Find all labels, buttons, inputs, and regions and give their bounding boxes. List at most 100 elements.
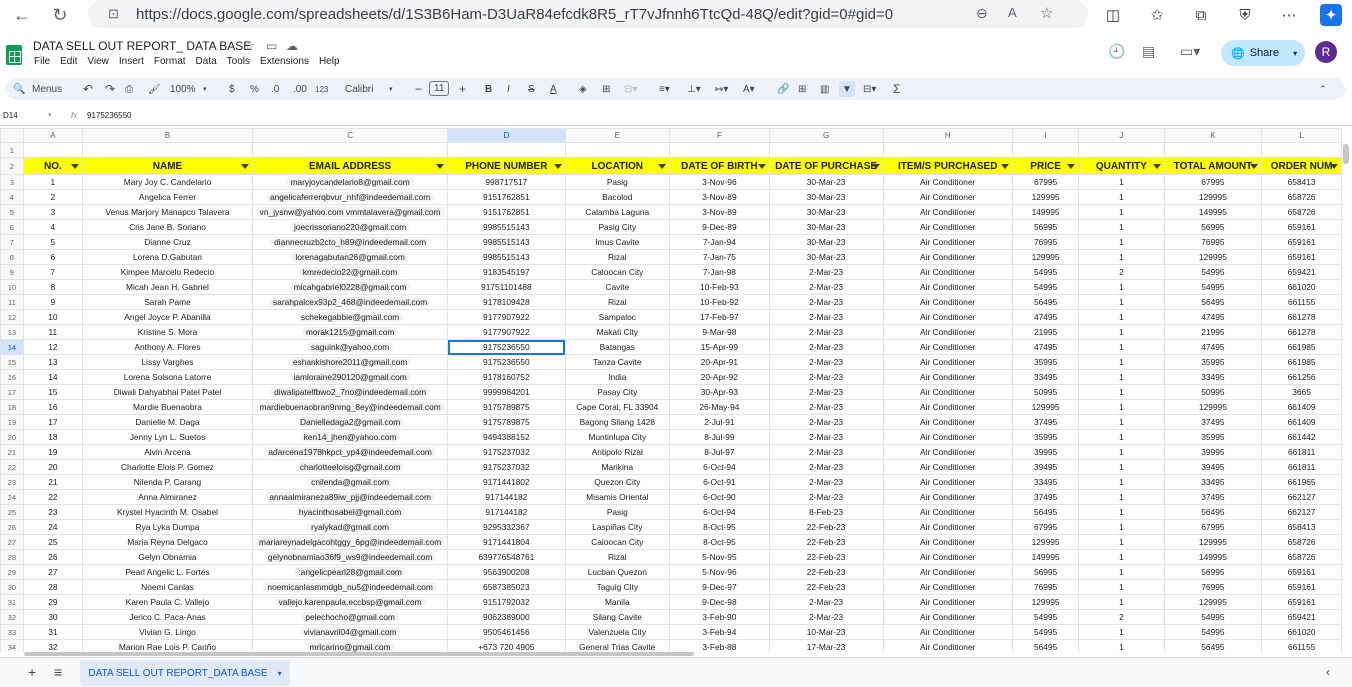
grid-cell[interactable]: 998717517 — [447, 174, 566, 190]
email-chip[interactable]: vallejo.karenpaula.eccbsp@gmail.com — [274, 597, 426, 607]
grid-cell[interactable]: 32 — [22, 639, 83, 652]
grid-cell[interactable]: 9985515143 — [447, 234, 566, 250]
email-chip[interactable]: pelechocho@gmail.com — [301, 612, 399, 622]
grid-cell[interactable]: Air Conditioner — [882, 294, 1013, 310]
row-header[interactable]: 19 — [0, 414, 24, 430]
grid-cell[interactable]: Valenzuela City — [564, 624, 671, 640]
grid-cell[interactable]: 2-Mar-23 — [768, 309, 884, 325]
grid-cell[interactable]: 3-Feb-88 — [669, 639, 770, 652]
grid-cell[interactable]: 3-Nov-89 — [669, 189, 770, 205]
grid-cell[interactable]: 54995 — [1163, 609, 1263, 625]
grid-cell[interactable]: Imus Cavite — [564, 234, 671, 250]
grid-cell[interactable]: 661965 — [1261, 474, 1342, 490]
grid-cell[interactable]: 10-Feb-92 — [669, 294, 770, 310]
grid-cell[interactable]: 22-Feb-23 — [768, 564, 884, 580]
grid-cell[interactable]: 661155 — [1261, 294, 1342, 310]
email-chip[interactable]: sarahpalcex93p2_468@indeedemail.com — [268, 297, 432, 307]
column-title-cell[interactable]: LOCATION — [564, 157, 671, 175]
grid-cell[interactable]: 661020 — [1261, 279, 1342, 295]
grid-cell[interactable]: Kimpee Marcelo Redecio — [81, 264, 254, 280]
column-title-cell[interactable]: NO. — [22, 157, 83, 175]
column-title-cell[interactable]: PRICE — [1011, 157, 1080, 175]
grid-cell[interactable]: Air Conditioner — [882, 639, 1013, 652]
grid-cell[interactable]: Air Conditioner — [882, 399, 1013, 415]
grid-cell[interactable]: 9171441802 — [447, 474, 566, 490]
grid-cell[interactable]: Rizal — [564, 249, 671, 265]
grid-cell[interactable]: 149995 — [1163, 204, 1263, 220]
grid-cell[interactable]: schekegabbie@gmail.com — [252, 309, 449, 325]
grid-cell[interactable]: Marion Rae Lois P. Cariño — [81, 639, 254, 652]
horizontal-scrollbar[interactable] — [24, 652, 694, 656]
sheet-tab-dropdown-icon[interactable]: ▾ — [278, 669, 282, 678]
grid-cell[interactable]: 2-Mar-23 — [768, 489, 884, 505]
filter-dropdown-icon[interactable] — [1067, 164, 1076, 169]
grid-cell[interactable]: 5 — [22, 234, 83, 250]
grid-cell[interactable]: 11 — [22, 324, 83, 340]
grid-cell[interactable]: 9-Dec-98 — [669, 594, 770, 610]
grid-cell[interactable]: Air Conditioner — [882, 369, 1013, 385]
grid-cell[interactable]: 30-Mar-23 — [768, 234, 884, 250]
column-title-cell[interactable]: DATE OF BIRTH — [669, 157, 770, 175]
grid-cell[interactable]: Air Conditioner — [882, 264, 1013, 280]
explore-collapse-icon[interactable]: ‹ — [1326, 665, 1330, 679]
grid-cell[interactable]: 2-Mar-23 — [768, 264, 884, 280]
row-header[interactable]: 15 — [0, 354, 24, 370]
formula-input[interactable]: 9175236550 — [87, 111, 132, 120]
grid-cell[interactable]: 7-Jan-75 — [669, 249, 770, 265]
email-chip[interactable]: gelynobnamiao36f9_ws9@indeedemail.com — [263, 552, 437, 562]
grid-cell[interactable]: Air Conditioner — [882, 429, 1013, 445]
row-header[interactable]: 20 — [0, 429, 24, 445]
grid-cell[interactable]: 662127 — [1261, 489, 1342, 505]
grid-cell[interactable]: Nilenda P. Carang — [81, 474, 254, 490]
grid-cell[interactable]: 917144182 — [447, 504, 566, 520]
email-chip[interactable]: adarcena1978hkpct_yp4@indeedemail.com — [264, 447, 436, 457]
grid-cell[interactable]: 3-Feb-90 — [669, 609, 770, 625]
grid-cell[interactable]: 1 — [22, 174, 83, 190]
grid-cell[interactable]: 21995 — [1163, 324, 1263, 340]
column-header-l[interactable]: L — [1261, 128, 1342, 143]
filter-icon[interactable]: ▼ — [839, 81, 855, 97]
grid-cell[interactable]: 2-Mar-23 — [768, 354, 884, 370]
insert-comment-icon[interactable]: ⊞ — [798, 81, 806, 97]
grid-cell[interactable]: 661155 — [1261, 639, 1342, 652]
grid-cell[interactable]: 129995 — [1011, 399, 1080, 415]
grid-cell[interactable]: Angelica Ferrer — [81, 189, 254, 205]
grid-cell[interactable]: 661811 — [1261, 444, 1342, 460]
row-header[interactable]: 17 — [0, 384, 24, 400]
grid-cell[interactable]: 47495 — [1011, 309, 1080, 325]
grid-cell[interactable]: 17-Feb-97 — [669, 309, 770, 325]
grid-cell[interactable]: 35995 — [1163, 354, 1263, 370]
grid-cell[interactable]: 2 — [22, 189, 83, 205]
grid-cell[interactable]: 33495 — [1011, 369, 1080, 385]
email-chip[interactable]: hyacinthosabel@gmail.com — [294, 507, 406, 517]
grid-cell[interactable]: 9175789875 — [447, 414, 566, 430]
grid-cell[interactable]: 129995 — [1011, 189, 1080, 205]
horizontal-align-icon[interactable]: ≡▾ — [659, 81, 670, 97]
grid-cell[interactable]: 20-Apr-92 — [669, 369, 770, 385]
grid-cell[interactable]: 129995 — [1011, 594, 1080, 610]
undo-icon[interactable]: ↶ — [83, 81, 93, 97]
email-chip[interactable]: kmredecio22@gmail.com — [298, 267, 402, 277]
grid-cell[interactable]: 659161 — [1261, 579, 1342, 595]
star-icon[interactable]: ☆ — [244, 39, 255, 53]
grid-cell[interactable]: 659161 — [1261, 234, 1342, 250]
row-header[interactable]: 10 — [0, 279, 24, 295]
grid-cell[interactable]: 76995 — [1011, 234, 1080, 250]
grid-cell[interactable]: 37495 — [1011, 414, 1080, 430]
grid-cell[interactable]: Tanza Cavite — [564, 354, 671, 370]
vertical-align-icon[interactable]: ⊥▾ — [687, 81, 701, 97]
grid-cell[interactable]: 76995 — [1163, 234, 1263, 250]
grid-cell[interactable]: 2-Mar-23 — [768, 399, 884, 415]
grid-cell[interactable]: 7-Jan-98 — [669, 264, 770, 280]
grid-cell[interactable]: 2-Mar-23 — [768, 609, 884, 625]
grid-cell[interactable]: Air Conditioner — [882, 594, 1013, 610]
grid-cell[interactable]: 2 — [1078, 264, 1165, 280]
grid-cell[interactable]: 9175236550 — [447, 354, 566, 370]
row-header[interactable]: 34 — [0, 639, 24, 652]
grid-cell[interactable]: 54995 — [1011, 279, 1080, 295]
grid-cell[interactable]: 9999984201 — [447, 384, 566, 400]
row-header[interactable]: 26 — [0, 519, 24, 535]
functions-button[interactable]: Σ — [893, 81, 900, 97]
borders-icon[interactable]: ⊞ — [602, 81, 610, 97]
grid-cell[interactable]: 6 — [22, 249, 83, 265]
